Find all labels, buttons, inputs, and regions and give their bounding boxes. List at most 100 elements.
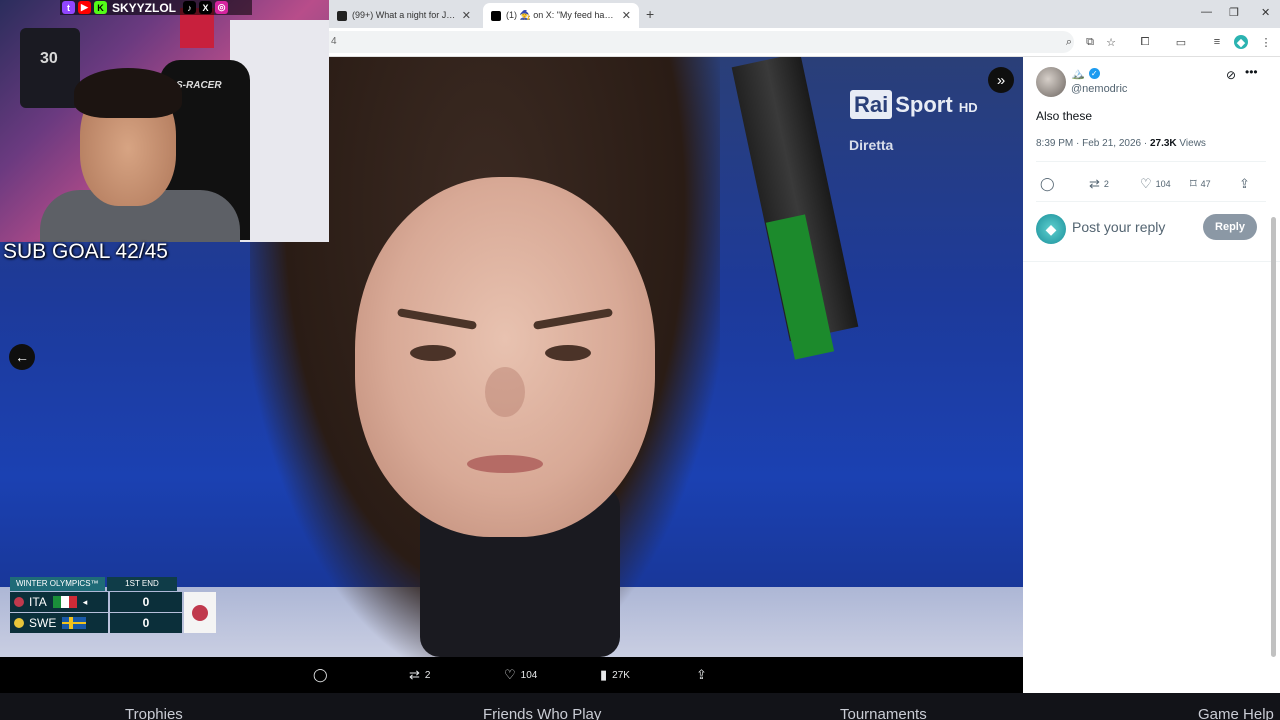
menu-kebab-icon[interactable]: ⋮ — [1259, 35, 1273, 49]
game-menu-strip: Trophies Friends Who Play Tournaments Ga… — [0, 693, 1280, 720]
instagram-icon: ◎ — [215, 1, 229, 14]
menu-item-tournaments[interactable]: Tournaments — [840, 706, 927, 720]
right-eyebrow — [532, 308, 614, 330]
profile-avatar-icon[interactable]: ◆ — [1234, 35, 1248, 49]
share-button[interactable]: ⇪ — [1239, 176, 1254, 192]
rai-brand: Rai — [850, 90, 893, 119]
grok-icon[interactable]: ⊘ — [1226, 68, 1236, 82]
reply-icon: ◯ — [313, 667, 328, 682]
scrollbar[interactable] — [1271, 217, 1276, 657]
youtube-icon: ▶ — [78, 1, 91, 14]
rai-sport-logo: Rai Sport HD — [850, 90, 978, 119]
athlete-face — [355, 177, 655, 537]
tab-label: (99+) What a night for JGl 😳🙈 — [352, 10, 456, 20]
retweet-icon: ⇄ — [409, 667, 420, 682]
team-score: 0 — [110, 592, 182, 612]
x-logo-icon — [491, 10, 501, 21]
left-eyebrow — [396, 308, 478, 330]
menu-item-trophies[interactable]: Trophies — [125, 706, 183, 720]
bookmark-count: 47 — [1200, 179, 1211, 189]
tiktok-icon: ♪ — [183, 1, 197, 14]
bookmark-star-icon[interactable]: ☆ — [1104, 35, 1118, 49]
zoom-icon[interactable]: ⌕ — [1062, 35, 1076, 49]
media-action-bar: ◯ ⇄ 2 ♡ 104 ▮ 27K ⇪ — [0, 657, 1023, 693]
divider — [1023, 261, 1280, 262]
retweet-count: 2 — [424, 669, 431, 681]
retweet-icon: ⇄ — [1089, 176, 1100, 191]
new-tab-button[interactable]: + — [646, 6, 654, 22]
reply-icon: ◯ — [1040, 176, 1055, 191]
italy-flag-icon — [52, 596, 77, 608]
tweet-text: Also these — [1036, 109, 1093, 123]
my-avatar: ◆ — [1036, 214, 1066, 244]
reply-button[interactable]: ◯ — [1040, 176, 1059, 192]
sub-goal-counter: SUB GOAL 42/45 — [3, 240, 168, 263]
rai-quality: HD — [958, 100, 978, 115]
right-eye — [545, 345, 591, 361]
tab-youtube[interactable]: (99+) What a night for JGl 😳🙈 ✕ — [329, 3, 479, 28]
retweet-button[interactable]: ⇄ 2 — [409, 667, 430, 683]
restore-icon[interactable]: ❐ — [1229, 6, 1239, 19]
kick-icon: K — [94, 1, 107, 14]
like-button[interactable]: ♡ 104 — [504, 667, 537, 683]
avatar[interactable] — [1036, 67, 1066, 97]
heart-icon: ♡ — [504, 667, 516, 682]
wall-jersey — [20, 28, 80, 108]
curling-scoreboard: WINTER OLYMPICS™ 1ST END ITA ◂ 0 SWE 0 — [10, 577, 216, 633]
tweet-meta: 8:39 PM · Feb 21, 2026 · 27.3K Views — [1036, 138, 1206, 149]
media-control-icon[interactable]: ≡ — [1210, 35, 1224, 49]
reply-button[interactable]: ◯ — [313, 667, 333, 683]
like-count: 104 — [520, 669, 538, 681]
social-bar: t ▶ K SKYYZLOL ♪ X ◎ — [60, 0, 252, 15]
bar-chart-icon: ▮ — [600, 667, 608, 682]
divider — [1036, 161, 1266, 162]
verified-badge-icon: ✓ — [1088, 68, 1100, 79]
back-arrow-button[interactable]: ← — [9, 344, 35, 370]
views-button[interactable]: ▮ 27K — [600, 667, 630, 683]
extensions-icon[interactable]: ⧠ — [1138, 35, 1152, 49]
close-icon[interactable]: ✕ — [462, 9, 471, 22]
author-handle[interactable]: @nemodric — [1071, 83, 1127, 95]
expand-panel-button[interactable]: » — [988, 67, 1014, 93]
scoreboard-end: 1ST END — [107, 577, 177, 591]
reply-submit-button[interactable]: Reply — [1203, 214, 1257, 240]
team-code: SWE — [29, 616, 57, 630]
chair-brand: S-RACER — [176, 80, 222, 91]
share-button[interactable]: ⇪ — [696, 667, 712, 683]
cast-icon[interactable]: ▭ — [1174, 35, 1188, 49]
retweet-button[interactable]: ⇄ 2 — [1089, 176, 1109, 192]
close-icon[interactable]: ✕ — [622, 9, 631, 22]
reply-input[interactable]: Post your reply — [1072, 219, 1165, 235]
author-name-row[interactable]: 🏔️ ✓ — [1071, 67, 1100, 80]
minimize-icon[interactable]: — — [1201, 6, 1212, 18]
jersey-number: 30 — [40, 50, 58, 67]
rai-channel: Sport — [895, 92, 953, 117]
hammer-indicator: ◂ — [82, 596, 88, 607]
menu-item-game-help[interactable]: Game Help — [1198, 706, 1274, 720]
nose — [485, 367, 525, 417]
red-stone-icon — [14, 597, 24, 607]
views-count: 27K — [612, 669, 630, 681]
address-bar[interactable]: 4 — [329, 31, 1074, 53]
share-icon: ⇪ — [696, 667, 707, 682]
hammer-stone-icon — [184, 592, 216, 633]
tweet-views-count: 27.3K — [1149, 138, 1177, 149]
broadcast-status: Diretta — [849, 137, 894, 153]
retweet-count: 2 — [1103, 179, 1109, 189]
menu-item-friends[interactable]: Friends Who Play — [483, 706, 601, 720]
twitch-icon: t — [62, 1, 75, 14]
mouth — [467, 455, 543, 473]
close-window-icon[interactable]: ✕ — [1261, 6, 1270, 19]
bookmark-button[interactable]: ⌑ 47 — [1190, 176, 1211, 192]
channel-name: SKYYZLOL — [112, 0, 177, 15]
sweden-flag-icon — [62, 617, 87, 629]
streamer-hair — [74, 68, 182, 118]
like-button[interactable]: ♡ 104 — [1140, 176, 1171, 192]
streamer-webcam: 30 S-RACER t ▶ K SKYYZLOL ♪ X ◎ — [0, 0, 329, 242]
tweet-panel: 🏔️ ✓ @nemodric ⊘ ••• Also these 8:39 PM … — [1023, 57, 1280, 693]
more-options-icon[interactable]: ••• — [1245, 65, 1258, 79]
x-logo-icon: X — [199, 1, 213, 14]
tab-x-post[interactable]: (1) 🧙 on X: "My feed has litera ✕ — [483, 3, 639, 28]
tweet-timestamp[interactable]: 8:39 PM · Feb 21, 2026 · — [1036, 138, 1150, 149]
install-icon[interactable]: ⧉ — [1083, 35, 1097, 49]
